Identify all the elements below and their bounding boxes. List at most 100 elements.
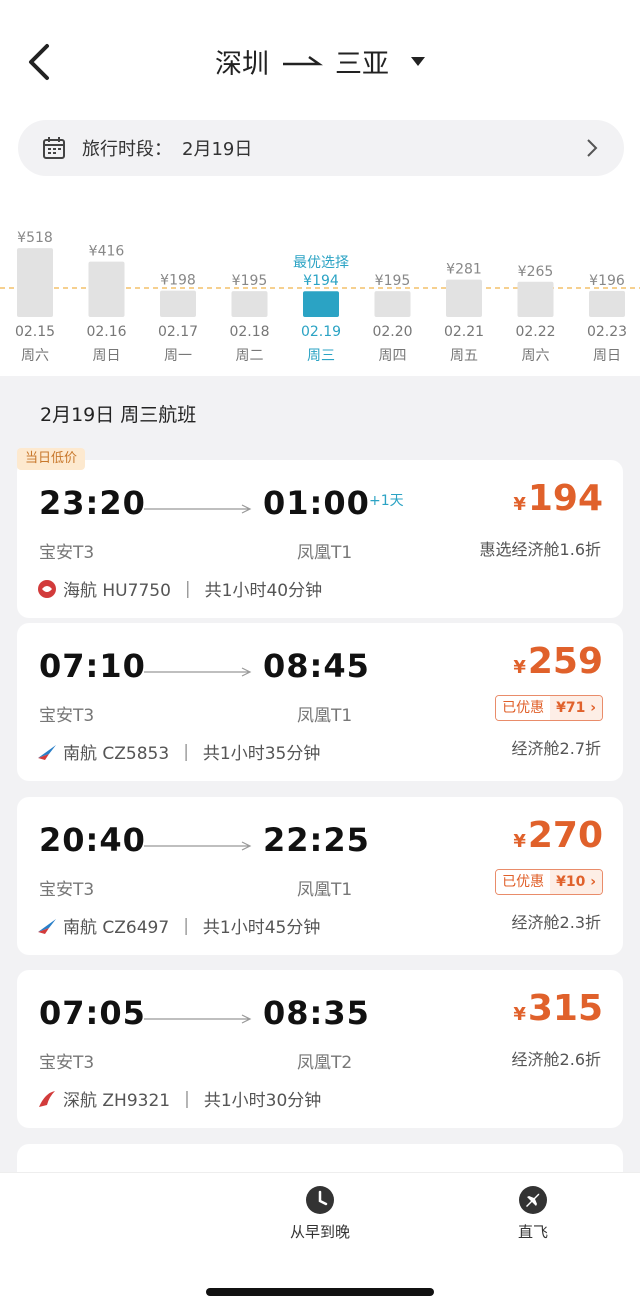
date-label: 02.22 — [515, 324, 555, 340]
price-bar[interactable] — [88, 261, 125, 317]
price-label: ¥196 — [589, 273, 625, 289]
best-choice-label: 最优选择 — [293, 255, 349, 271]
lowest-price-badge: 当日低价 — [17, 448, 86, 470]
discount-tag[interactable]: 已优惠 ¥71 › — [495, 695, 603, 721]
airline-flight-number: 海航 HU7750 — [63, 581, 171, 601]
departure-airport: 宝安T3 — [39, 880, 95, 900]
flight-duration: 共1小时30分钟 — [203, 1091, 322, 1111]
price-label: ¥195 — [375, 273, 411, 289]
weekday-label: 周日 — [93, 348, 121, 364]
cabin-discount: 惠选经济舱1.6折 — [479, 540, 601, 559]
arrival-airport: 凤凰T1 — [297, 543, 353, 563]
route-arrow-icon — [283, 55, 323, 65]
price-label: ¥416 — [89, 244, 125, 260]
clock-icon — [306, 1186, 334, 1214]
flight-price: ¥315 — [513, 988, 603, 1029]
direct-flight-label: 直飞 — [517, 1223, 548, 1241]
direct-flight-tab[interactable]: 直飞 — [473, 1185, 593, 1242]
route-selector[interactable]: 深圳 三亚 — [0, 42, 640, 81]
discount-label: 已优惠 — [496, 696, 551, 720]
price-value: 270 — [527, 815, 603, 856]
flight-price: ¥270 — [513, 815, 603, 856]
price-calendar-chart: ¥518 02.15 周六 ¥416 02.16 周日 ¥198 02.17 周一 ¥195 02.… — [0, 230, 640, 364]
china-southern-icon — [38, 744, 56, 760]
travel-date-label: 旅行时段： — [82, 139, 172, 160]
flight-info: 南航 CZ5853 | 共1小时35分钟 — [37, 739, 320, 764]
weekday-label: 周五 — [450, 348, 478, 364]
weekday-label: 周二 — [236, 348, 264, 364]
airline-flight-number: 南航 CZ5853 — [63, 744, 170, 764]
header: 深圳 三亚 — [0, 0, 640, 120]
china-southern-icon — [38, 918, 56, 934]
discount-value: ¥71 › — [550, 696, 602, 720]
arrival-time: 22:25 — [263, 821, 370, 859]
flight-direction-arrow-icon — [144, 841, 252, 851]
price-value: 194 — [527, 478, 603, 519]
weekday-label: 周一 — [164, 348, 192, 364]
arrival-time: 08:35 — [263, 994, 370, 1032]
flight-card[interactable]: 07:10 08:45 宝安T3 凤凰T1 南航 CZ5853 | 共1小时35分钟 … — [17, 623, 623, 781]
flight-duration: 共1小时45分钟 — [202, 918, 321, 938]
travel-date-value: 2月19日 — [182, 139, 253, 160]
info-separator: | — [184, 578, 191, 599]
flight-price: ¥259 — [513, 641, 603, 682]
calendar-icon — [43, 137, 65, 159]
date-label: 02.18 — [229, 324, 269, 340]
departure-airport: 宝安T3 — [39, 543, 95, 563]
hainan-airlines-icon — [38, 579, 56, 598]
currency-symbol: ¥ — [513, 494, 526, 515]
next-day-indicator: +1天 — [369, 493, 404, 509]
airline-flight-number: 深航 ZH9321 — [63, 1091, 171, 1111]
weekday-label: 周六 — [522, 348, 550, 364]
date-bar-container: 旅行时段： 2月19日 — [0, 104, 640, 196]
price-value: 315 — [527, 988, 603, 1029]
date-label: 02.23 — [587, 324, 627, 340]
arrival-time: 08:45 — [263, 647, 370, 685]
departure-time: 20:40 — [39, 821, 146, 859]
info-separator: | — [183, 915, 189, 936]
date-label: 02.16 — [86, 324, 126, 340]
price-bar[interactable] — [231, 291, 268, 317]
flight-card[interactable]: 23:20 01:00 +1天 宝安T3 凤凰T1 海航 HU7750 | 共1小时40… — [17, 460, 623, 618]
departure-airport: 宝安T3 — [39, 1053, 95, 1073]
weekday-label: 周日 — [593, 348, 621, 364]
weekday-label: 周四 — [379, 348, 407, 364]
price-bar[interactable] — [303, 291, 339, 317]
price-label: ¥265 — [518, 264, 554, 280]
destination-city: 三亚 — [335, 49, 389, 80]
travel-date-selector[interactable]: 旅行时段： 2月19日 — [18, 120, 624, 176]
price-bar[interactable] — [589, 290, 625, 317]
currency-symbol: ¥ — [513, 657, 526, 678]
currency-symbol: ¥ — [513, 831, 526, 852]
cabin-discount: 经济舱2.3折 — [511, 913, 601, 932]
departure-time: 07:05 — [39, 994, 146, 1032]
price-bar[interactable] — [517, 281, 554, 317]
shenzhen-airlines-icon — [39, 1090, 55, 1107]
flight-card[interactable]: 07:05 08:35 宝安T3 凤凰T2 深航 ZH9321 | 共1小时30分钟 … — [17, 970, 623, 1128]
flight-card[interactable]: 20:40 22:25 宝安T3 凤凰T1 南航 CZ6497 | 共1小时45分钟 … — [17, 797, 623, 955]
departure-airport: 宝安T3 — [39, 706, 95, 726]
price-calendar: ¥518 02.15 周六 ¥416 02.16 周日 ¥198 02.17 周一 ¥195 02.… — [0, 196, 640, 376]
arrival-airport: 凤凰T2 — [297, 1053, 353, 1073]
discount-value: ¥10 › — [550, 870, 602, 894]
arrival-airport: 凤凰T1 — [297, 706, 353, 726]
flight-info: 南航 CZ6497 | 共1小时45分钟 — [37, 913, 320, 938]
discount-tag[interactable]: 已优惠 ¥10 › — [495, 869, 603, 895]
price-label: ¥194 — [303, 273, 339, 289]
cabin-discount: 经济舱2.7折 — [511, 739, 601, 758]
home-indicator — [206, 1288, 434, 1296]
date-label: 02.15 — [15, 324, 55, 340]
price-bar[interactable] — [374, 291, 411, 317]
price-bar[interactable] — [446, 279, 482, 317]
sort-early-to-late-tab[interactable]: 从早到晚 — [260, 1185, 380, 1242]
price-label: ¥195 — [232, 273, 268, 289]
price-label: ¥518 — [17, 230, 53, 246]
info-separator: | — [183, 741, 189, 762]
date-label: 02.20 — [372, 324, 412, 340]
flight-price: ¥194 — [513, 478, 603, 519]
date-label: 02.17 — [158, 324, 198, 340]
discount-label: 已优惠 — [496, 870, 551, 894]
price-bar[interactable] — [160, 290, 196, 317]
flight-info: 海航 HU7750 | 共1小时40分钟 — [37, 576, 322, 601]
price-bar[interactable] — [17, 248, 53, 317]
